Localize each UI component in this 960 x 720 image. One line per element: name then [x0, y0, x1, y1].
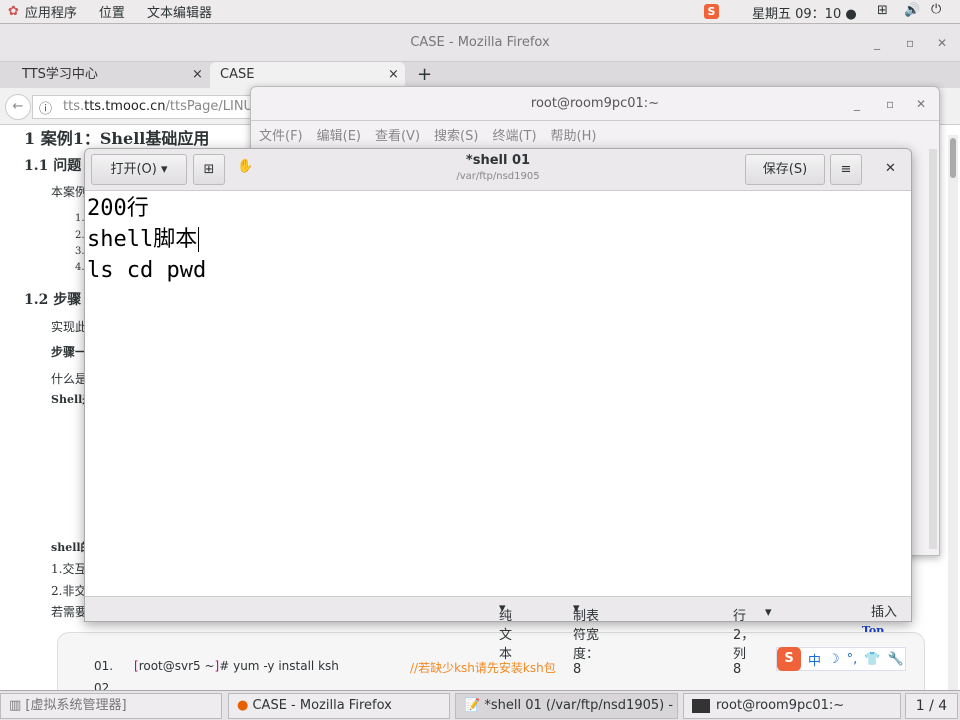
moon-icon[interactable]: ☽: [828, 652, 840, 667]
chinese-mode-icon[interactable]: 中: [808, 650, 821, 669]
text-line: 200行: [87, 196, 149, 221]
menu-view[interactable]: 查看(V): [375, 125, 420, 144]
text-line: ls cd pwd: [87, 258, 207, 283]
taskbar: ▥ [虚拟系统管理器] ● CASE - Mozilla Firefox 📝 *…: [0, 690, 960, 720]
text-line: 实现此: [51, 320, 84, 334]
virt-manager-icon: ▥: [9, 698, 26, 713]
top-panel: ✿ 应用程序 位置 文本编辑器 S 星期五 09：10 ● ⊞ 🔊 ⏻: [0, 0, 960, 24]
tab-width-selector[interactable]: 制表符宽度：8 ▾: [573, 601, 599, 677]
line-number: 01.: [94, 659, 114, 673]
menu-file[interactable]: 文件(F): [259, 125, 303, 144]
maximize-button[interactable]: ▫: [886, 87, 894, 121]
firefox-icon: ●: [237, 698, 253, 713]
text-line: 2.非交: [51, 584, 84, 598]
settings-icon[interactable]: 🔧: [888, 652, 904, 667]
network-icon[interactable]: ⊞: [877, 3, 888, 18]
close-button[interactable]: ✕: [885, 161, 896, 176]
insert-mode: 插入: [871, 605, 898, 620]
page-scrollbar[interactable]: [948, 135, 958, 690]
tab-label: CASE: [220, 67, 255, 82]
workspace-switcher[interactable]: 1 / 4: [905, 693, 958, 719]
url-input[interactable]: ⓘ tts.tts.tmooc.cn/ttsPage/LINUX/NS: [32, 95, 284, 119]
firefox-titlebar: CASE - Mozilla Firefox _ ▫ ✕: [0, 24, 960, 62]
heading-case: 1 案例1：Shell基础应用: [24, 129, 210, 148]
info-icon[interactable]: ⓘ: [39, 98, 52, 117]
sogou-icon[interactable]: S: [704, 4, 719, 19]
tab-width-label: 制表符宽度：8: [573, 609, 600, 677]
taskbar-item-gedit[interactable]: 📝 *shell 01 (/var/ftp/nsd1905) - ···: [455, 693, 678, 719]
window-title: CASE - Mozilla Firefox: [410, 35, 550, 50]
tab-case[interactable]: CASE ×: [210, 62, 405, 88]
language-selector[interactable]: 纯文本 ▾: [499, 601, 512, 662]
text-editor-icon: 📝: [464, 698, 485, 713]
heading-steps: 1.2 步骤: [24, 292, 82, 308]
url-prefix: tts.: [63, 99, 85, 114]
terminal-menubar: 文件(F) 编辑(E) 查看(V) 搜索(S) 终端(T) 帮助(H): [259, 125, 596, 144]
close-button[interactable]: ✕: [916, 87, 926, 121]
app-menu[interactable]: 文本编辑器: [147, 2, 212, 21]
volume-icon[interactable]: 🔊: [904, 3, 920, 18]
text-line: 步骤一: [51, 345, 84, 359]
tab-label: TTS学习中心: [22, 67, 98, 82]
status-bar: 纯文本 ▾ 制表符宽度：8 ▾ 行 2，列 8 ▾ 插入: [85, 596, 911, 677]
applications-menu[interactable]: 应用程序: [25, 2, 77, 21]
punctuation-icon[interactable]: °,: [847, 652, 858, 667]
heading-problem: 1.1 问题: [24, 158, 82, 174]
taskbar-item-virt-manager[interactable]: ▥ [虚拟系统管理器]: [0, 693, 222, 719]
terminal-title: root@room9pc01:~: [530, 96, 660, 111]
menu-terminal[interactable]: 终端(T): [492, 125, 536, 144]
text-cursor: [198, 227, 200, 252]
new-tab-button[interactable]: +: [417, 64, 432, 85]
taskbar-label: CASE - Mozilla Firefox: [252, 698, 392, 713]
save-button[interactable]: 保存(S): [745, 154, 825, 185]
text-line: Shell是: [51, 393, 84, 406]
close-button[interactable]: ✕: [937, 24, 947, 62]
text-editor-area[interactable]: 200行 shell脚本 ls cd pwd: [87, 193, 206, 286]
apps-icon: ✿: [8, 4, 19, 19]
terminal-titlebar: root@room9pc01:~ _ ▫ ✕: [251, 87, 939, 121]
text-line: 1.交互: [51, 562, 84, 576]
menu-help[interactable]: 帮助(H): [551, 125, 597, 144]
tab-bar: TTS学习中心 × CASE × +: [0, 62, 960, 88]
language-label: 纯文本: [499, 609, 513, 662]
gedit-headerbar: 打开(O) ▾ ⊞ ✋ *shell 01 /var/ftp/nsd1905 保…: [85, 149, 911, 191]
maximize-button[interactable]: ▫: [906, 24, 914, 62]
text-line: 若需要: [51, 605, 84, 619]
places-menu[interactable]: 位置: [99, 2, 125, 21]
taskbar-item-terminal[interactable]: root@room9pc01:~: [683, 693, 901, 719]
text-line: 什么是: [51, 372, 84, 386]
prompt: root@svr5 ~: [138, 659, 215, 673]
power-icon[interactable]: ⏻: [931, 2, 941, 17]
taskbar-label: root@room9pc01:~: [716, 698, 845, 713]
clock[interactable]: 星期五 09：10 ●: [752, 3, 857, 22]
text-line: 本案例: [51, 185, 84, 199]
text-line: shell脚本: [87, 227, 198, 252]
sogou-toolbar[interactable]: S 中 ☽ °, 👕 🔧: [776, 647, 906, 671]
close-tab-icon[interactable]: ×: [388, 62, 399, 88]
taskbar-item-firefox[interactable]: ● CASE - Mozilla Firefox: [228, 693, 450, 719]
tab-tts[interactable]: TTS学习中心 ×: [0, 62, 210, 88]
menu-edit[interactable]: 编辑(E): [317, 125, 361, 144]
terminal-scrollbar[interactable]: [929, 149, 937, 549]
taskbar-label: *shell 01 (/var/ftp/nsd1905) - ···: [484, 698, 678, 713]
position-label: 行 2，列 8: [733, 609, 755, 677]
command: # yum -y install ksh: [219, 659, 339, 673]
url-domain: tts.tmooc.cn: [84, 99, 166, 114]
back-button[interactable]: ←: [5, 94, 31, 120]
text-line: shell的: [51, 541, 84, 554]
menu-button[interactable]: ≡: [830, 154, 862, 185]
taskbar-label: [虚拟系统管理器]: [25, 698, 127, 713]
close-tab-icon[interactable]: ×: [192, 62, 203, 88]
skin-icon[interactable]: 👕: [864, 652, 880, 667]
terminal-icon: [692, 698, 710, 713]
sogou-logo-icon: S: [777, 647, 801, 671]
save-label: 保存(S): [762, 162, 808, 177]
menu-search[interactable]: 搜索(S): [434, 125, 478, 144]
code-comment: //若缺少ksh请先安装ksh包: [410, 661, 556, 675]
gedit-window: 打开(O) ▾ ⊞ ✋ *shell 01 /var/ftp/nsd1905 保…: [84, 148, 912, 677]
minimize-button[interactable]: _: [854, 87, 860, 121]
minimize-button[interactable]: _: [874, 24, 880, 62]
